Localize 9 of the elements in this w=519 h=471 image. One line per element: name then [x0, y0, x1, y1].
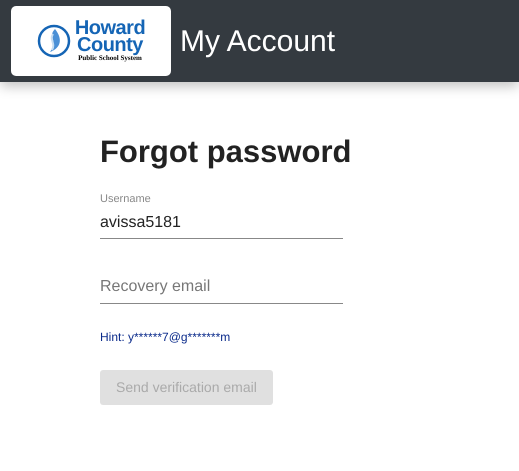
page-title: My Account — [180, 24, 336, 60]
hint-text: Hint: y******7@g*******m — [100, 328, 230, 346]
field-label: Username — [100, 192, 151, 207]
logo-text: Howard — [74, 20, 146, 36]
form-heading: Forgot password — [100, 133, 352, 171]
logo-text: County — [77, 36, 143, 54]
flame-icon — [36, 24, 71, 58]
recovery-email-field[interactable]: Recovery email — [100, 274, 343, 304]
username-field[interactable]: avissa5181 — [100, 210, 343, 238]
